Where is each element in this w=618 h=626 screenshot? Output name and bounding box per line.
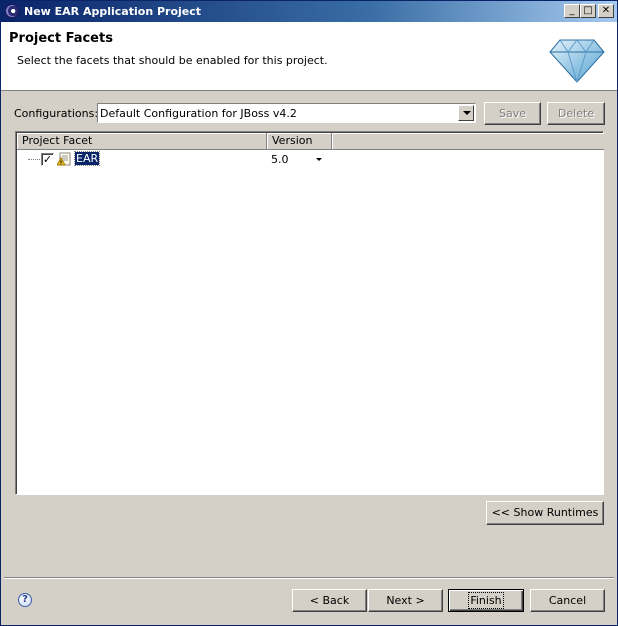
- ear-facet-icon: [57, 152, 71, 166]
- facet-name[interactable]: EAR: [73, 151, 101, 166]
- show-runtimes-button[interactable]: << Show Runtimes: [486, 501, 604, 525]
- footer-separator: [4, 577, 614, 579]
- delete-button[interactable]: Delete: [547, 102, 605, 125]
- configurations-select[interactable]: Default Configuration for JBoss v4.2: [97, 103, 476, 123]
- diamond-icon: [549, 39, 605, 83]
- version-dropdown-icon[interactable]: [316, 158, 322, 161]
- facets-table[interactable]: Project Facet Version ✓ EAR 5.0: [15, 131, 604, 495]
- finish-button[interactable]: Finish: [448, 589, 524, 612]
- eclipse-icon: [5, 4, 19, 18]
- save-button[interactable]: Save: [484, 102, 541, 125]
- configurations-select-value: Default Configuration for JBoss v4.2: [100, 107, 297, 120]
- column-header-filler: [332, 133, 604, 150]
- window-title: New EAR Application Project: [24, 5, 202, 18]
- column-header-version[interactable]: Version: [267, 133, 332, 150]
- page-description: Select the facets that should be enabled…: [17, 54, 328, 67]
- maximize-button[interactable]: □: [580, 4, 596, 18]
- close-button[interactable]: ✕: [598, 4, 614, 18]
- back-button[interactable]: < Back: [292, 589, 367, 612]
- chevron-down-icon[interactable]: [458, 105, 474, 121]
- next-button[interactable]: Next >: [368, 589, 443, 612]
- configurations-label: Configurations:: [14, 107, 99, 120]
- wizard-window: New EAR Application Project _ □ ✕ Projec…: [0, 0, 618, 626]
- facets-table-body: Project Facet Version ✓ EAR 5.0: [16, 132, 604, 494]
- minimize-button[interactable]: _: [564, 4, 580, 18]
- help-icon[interactable]: ?: [18, 593, 32, 607]
- wizard-banner: Project Facets Select the facets that sh…: [1, 22, 617, 91]
- column-header-project-facet[interactable]: Project Facet: [17, 133, 267, 150]
- title-bar[interactable]: New EAR Application Project _ □ ✕: [1, 1, 617, 22]
- page-title: Project Facets: [9, 31, 113, 46]
- finish-button-label: Finish: [468, 592, 504, 609]
- facet-version[interactable]: 5.0: [271, 153, 289, 166]
- table-row[interactable]: ✓ EAR 5.0: [17, 151, 604, 167]
- facet-checkbox[interactable]: ✓: [41, 153, 54, 166]
- tree-connector: [28, 159, 42, 160]
- cancel-button[interactable]: Cancel: [530, 589, 605, 612]
